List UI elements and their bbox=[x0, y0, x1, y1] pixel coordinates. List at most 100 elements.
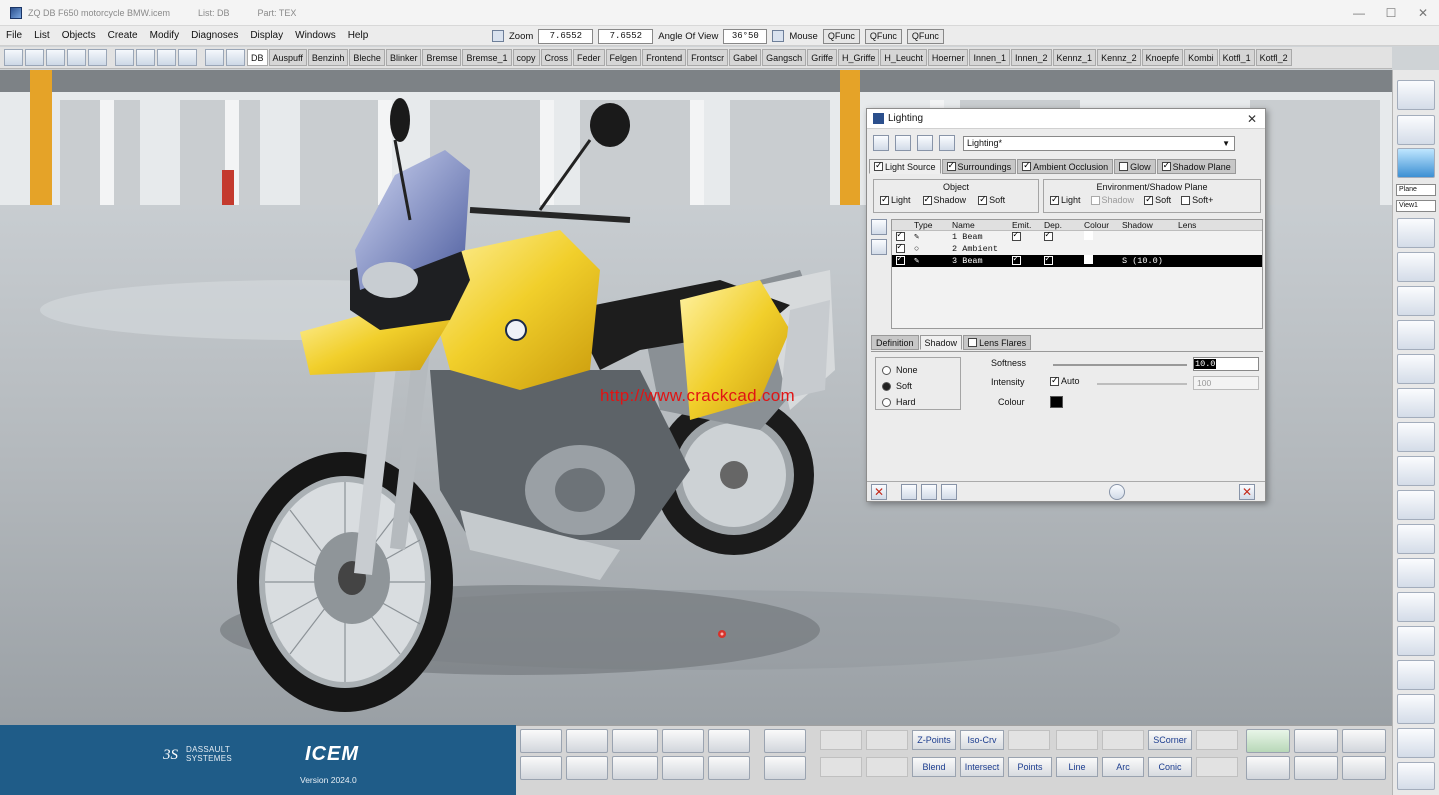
emit-checkbox[interactable] bbox=[1012, 230, 1021, 242]
add-light-icon[interactable] bbox=[871, 219, 887, 235]
object-soft-option[interactable]: Soft bbox=[978, 194, 1005, 206]
intensity-auto-option[interactable]: Auto bbox=[1050, 375, 1080, 387]
object-light-checkbox[interactable] bbox=[880, 194, 889, 206]
light-source-checkbox[interactable] bbox=[874, 160, 883, 171]
object-shadow-option[interactable]: Shadow bbox=[922, 194, 966, 206]
options-icon[interactable] bbox=[941, 484, 957, 500]
link-icon[interactable] bbox=[939, 135, 955, 151]
intensity-auto-checkbox[interactable] bbox=[1050, 375, 1059, 387]
part-tab[interactable]: Blinker bbox=[385, 49, 422, 66]
env-shadow-option[interactable]: Shadow bbox=[1090, 195, 1134, 206]
scorner-button[interactable]: SCorner bbox=[1148, 730, 1192, 750]
close-window-button[interactable]: ✕ bbox=[1407, 0, 1439, 26]
tab-ambient-occlusion[interactable]: Ambient Occlusion bbox=[1017, 159, 1114, 174]
tab-surroundings[interactable]: Surroundings bbox=[941, 159, 1017, 174]
surface-edit-icon[interactable] bbox=[1246, 756, 1290, 780]
tab-lens-flares[interactable]: Lens Flares bbox=[963, 335, 1032, 350]
env-soft-option[interactable]: Soft bbox=[1144, 194, 1171, 206]
part-tab[interactable]: Kotfl_2 bbox=[1255, 49, 1292, 66]
dep-checkbox[interactable] bbox=[1044, 254, 1053, 266]
zoom-field-1[interactable]: 7.6552 bbox=[538, 28, 594, 44]
tree-icon[interactable] bbox=[662, 729, 704, 753]
surroundings-checkbox[interactable] bbox=[946, 160, 956, 171]
menu-list[interactable]: List bbox=[28, 30, 56, 41]
points-button[interactable]: Points bbox=[1008, 757, 1052, 777]
menu-modify[interactable]: Modify bbox=[144, 30, 185, 41]
part-tab[interactable]: Frontend bbox=[642, 49, 687, 66]
tab-glow[interactable]: Glow bbox=[1114, 159, 1156, 174]
part-tab[interactable]: Gangsch bbox=[762, 49, 807, 66]
surface-tool-icon[interactable] bbox=[1246, 729, 1290, 753]
intersect-button[interactable]: Intersect bbox=[960, 757, 1004, 777]
plane-select[interactable]: Plane bbox=[1396, 184, 1436, 196]
row-enabled-checkbox[interactable] bbox=[896, 230, 905, 242]
new-preset-icon[interactable] bbox=[873, 135, 889, 151]
tab-definition[interactable]: Definition bbox=[871, 335, 919, 350]
env-light-checkbox[interactable] bbox=[1050, 194, 1059, 206]
mesh-icon[interactable] bbox=[764, 729, 806, 753]
part-tab[interactable]: Bremse_1 bbox=[462, 49, 512, 66]
blend-button[interactable]: Blend bbox=[912, 757, 956, 777]
intensity-slider[interactable] bbox=[1097, 383, 1187, 385]
delete-light-icon[interactable]: ✕ bbox=[871, 484, 887, 500]
intensity-field[interactable]: 100 bbox=[1193, 376, 1259, 390]
shaded-view-icon[interactable] bbox=[1397, 115, 1435, 145]
shadow-none-radio[interactable] bbox=[882, 366, 891, 376]
menu-objects[interactable]: Objects bbox=[56, 30, 102, 41]
part-tab[interactable]: Benzinh bbox=[307, 49, 349, 66]
emit-checkbox[interactable] bbox=[1012, 254, 1021, 266]
shadow-plane-checkbox[interactable] bbox=[1161, 160, 1171, 171]
part-tab[interactable]: H_Griffe bbox=[838, 49, 880, 66]
part-tab[interactable]: Frontscr bbox=[687, 49, 729, 66]
folder-icon[interactable] bbox=[708, 729, 750, 753]
qfunc-button-3[interactable]: QFunc bbox=[906, 28, 944, 44]
library-icon[interactable] bbox=[917, 135, 933, 151]
view-x-icon[interactable] bbox=[1397, 252, 1435, 282]
reset-view-icon[interactable] bbox=[772, 30, 785, 42]
frame-icon[interactable] bbox=[1397, 592, 1435, 622]
row-enabled-checkbox[interactable] bbox=[896, 254, 905, 266]
part-tab[interactable]: Kombi bbox=[1184, 49, 1218, 66]
shadow-soft-option[interactable]: Soft bbox=[882, 378, 960, 394]
print-icon[interactable] bbox=[88, 49, 107, 66]
eye-icon[interactable] bbox=[612, 729, 658, 753]
qfunc-button-1[interactable]: QFunc bbox=[822, 28, 860, 44]
object-soft-checkbox[interactable] bbox=[978, 194, 988, 206]
arc-button[interactable]: Arc bbox=[1102, 757, 1144, 777]
part-tab[interactable]: Auspuff bbox=[268, 49, 307, 66]
pan-view-icon[interactable] bbox=[1397, 422, 1435, 452]
magnifier-icon[interactable] bbox=[1397, 694, 1435, 724]
copy-icon[interactable] bbox=[136, 49, 155, 66]
cube-view-icon[interactable] bbox=[1397, 388, 1435, 418]
softness-slider[interactable] bbox=[1053, 364, 1187, 366]
lens-flares-checkbox[interactable] bbox=[968, 338, 978, 347]
shadow-colour-swatch[interactable] bbox=[1050, 396, 1063, 408]
menu-help[interactable]: Help bbox=[342, 30, 375, 41]
curve-tool-icon[interactable] bbox=[520, 729, 562, 753]
shadow-hard-radio[interactable] bbox=[882, 398, 891, 408]
glow-checkbox[interactable] bbox=[1119, 162, 1129, 171]
open-icon[interactable] bbox=[25, 49, 44, 66]
part-tab[interactable]: Kennz_2 bbox=[1097, 49, 1141, 66]
line-button[interactable]: Line bbox=[1056, 757, 1098, 777]
move-icon[interactable] bbox=[566, 756, 608, 780]
view-y-icon[interactable] bbox=[1397, 286, 1435, 316]
delete-icon[interactable] bbox=[178, 49, 197, 66]
fit-view-icon[interactable] bbox=[1397, 490, 1435, 520]
minimize-button[interactable]: — bbox=[1343, 0, 1375, 26]
paste-icon[interactable] bbox=[157, 49, 176, 66]
menu-diagnoses[interactable]: Diagnoses bbox=[185, 30, 244, 41]
tools-icon[interactable] bbox=[1397, 762, 1435, 790]
mesh-settings-icon[interactable] bbox=[764, 756, 806, 780]
filter-icon[interactable] bbox=[226, 49, 245, 66]
shadow-none-option[interactable]: None bbox=[882, 362, 960, 378]
object-light-option[interactable]: Light bbox=[880, 194, 911, 206]
arc-tool-icon[interactable] bbox=[566, 729, 608, 753]
render-view-icon[interactable] bbox=[1397, 148, 1435, 178]
fillet-tool-icon[interactable] bbox=[1294, 729, 1338, 753]
env-soft-plus-option[interactable]: Soft+ bbox=[1181, 195, 1213, 206]
open-folder-icon[interactable] bbox=[520, 756, 562, 780]
perspective-icon[interactable] bbox=[1397, 558, 1435, 588]
table-row-selected[interactable]: ✎ 3 Beam S (10.0) bbox=[892, 254, 1262, 267]
point-cloud-icon[interactable] bbox=[1342, 756, 1386, 780]
